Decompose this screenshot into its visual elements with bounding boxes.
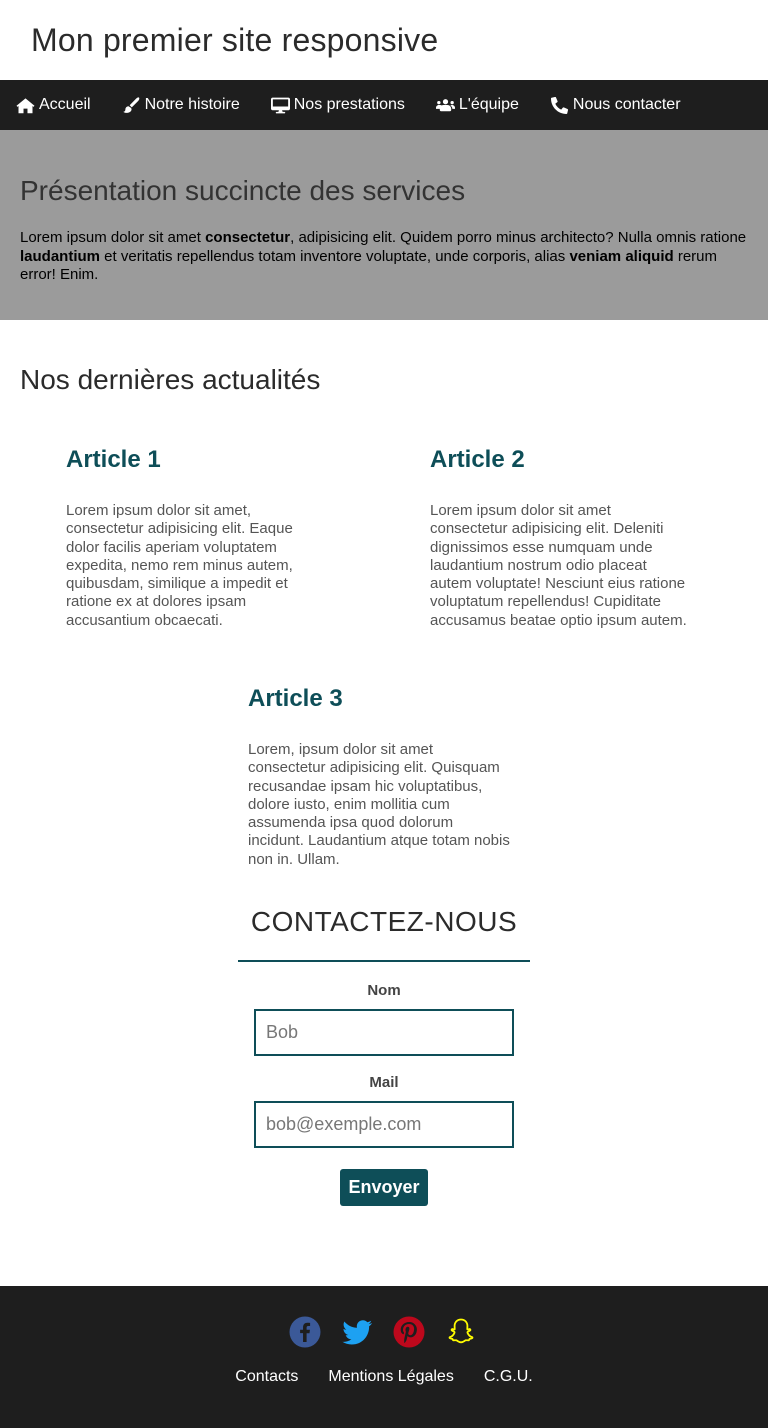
article-card: Article 1 Lorem ipsum dolor sit amet, co… xyxy=(66,446,328,630)
facebook-link[interactable] xyxy=(289,1316,321,1348)
services-title: Présentation succincte des services xyxy=(20,175,466,206)
site-header: Mon premier site responsive xyxy=(0,0,768,80)
articles-grid: Article 1 Lorem ipsum dolor sit amet, co… xyxy=(20,396,748,906)
article-title: Article 2 xyxy=(430,446,525,473)
article-title: Article 1 xyxy=(66,446,161,473)
nav-item-accueil[interactable]: Accueil xyxy=(16,96,91,114)
email-field[interactable] xyxy=(254,1101,514,1148)
nav-item-label: Accueil xyxy=(39,96,91,113)
snapchat-icon xyxy=(448,1318,474,1344)
mail-label: Mail xyxy=(369,1074,399,1091)
nav-item-label: Nous contacter xyxy=(572,96,681,113)
contact-divider xyxy=(238,960,530,962)
site-footer: Contacts Mentions Légales C.G.U. xyxy=(0,1286,768,1428)
nav-item-label: Notre histoire xyxy=(144,96,240,113)
social-links xyxy=(0,1316,768,1348)
footer-link-contacts[interactable]: Contacts xyxy=(235,1368,298,1386)
twitter-icon xyxy=(342,1320,373,1345)
article-title: Article 3 xyxy=(248,685,343,712)
article-card: Article 2 Lorem ipsum dolor sit amet con… xyxy=(430,446,692,630)
pinterest-icon xyxy=(393,1316,425,1348)
footer-links: Contacts Mentions Légales C.G.U. xyxy=(0,1368,768,1386)
nav-item-notre-histoire[interactable]: Notre histoire xyxy=(122,96,240,114)
news-title: Nos dernières actualités xyxy=(20,364,321,395)
footer-link-mentions-legales[interactable]: Mentions Légales xyxy=(328,1368,453,1386)
pinterest-link[interactable] xyxy=(393,1316,425,1348)
name-field[interactable] xyxy=(254,1009,514,1056)
main-nav: Accueil Notre histoire Nos prestations L… xyxy=(0,80,768,130)
submit-button[interactable]: Envoyer xyxy=(340,1169,428,1206)
twitter-link[interactable] xyxy=(341,1316,373,1348)
nav-item-equipe[interactable]: L'équipe xyxy=(435,96,519,114)
phone-icon xyxy=(550,96,568,114)
article-body: Lorem ipsum dolor sit amet, consectetur … xyxy=(66,502,293,629)
brush-icon xyxy=(122,96,139,113)
nav-item-nous-contacter[interactable]: Nous contacter xyxy=(550,96,681,114)
nav-item-label: Nos prestations xyxy=(293,96,405,113)
nav-item-label: L'équipe xyxy=(458,96,519,113)
article-body: Lorem ipsum dolor sit amet consectetur a… xyxy=(430,502,687,629)
nav-item-nos-prestations[interactable]: Nos prestations xyxy=(270,96,405,114)
facebook-icon xyxy=(289,1316,321,1348)
services-text: Lorem ipsum dolor sit amet consectetur, … xyxy=(20,229,747,283)
footer-link-cgu[interactable]: C.G.U. xyxy=(484,1368,533,1386)
home-icon xyxy=(16,97,35,113)
article-body: Lorem, ipsum dolor sit amet consectetur … xyxy=(248,741,510,868)
desktop-icon xyxy=(270,97,290,113)
users-icon xyxy=(435,98,455,111)
news-section: Nos dernières actualités Article 1 Lorem… xyxy=(0,320,768,906)
contact-section: CONTACTEZ-NOUS Nom Mail Envoyer xyxy=(0,906,768,1206)
site-title: Mon premier site responsive xyxy=(31,21,439,58)
article-card: Article 3 Lorem, ipsum dolor sit amet co… xyxy=(248,685,510,869)
name-label: Nom xyxy=(367,982,401,999)
contact-title: CONTACTEZ-NOUS xyxy=(250,906,518,937)
services-section: Présentation succincte des services Lore… xyxy=(0,130,768,320)
snapchat-link[interactable] xyxy=(445,1316,477,1348)
